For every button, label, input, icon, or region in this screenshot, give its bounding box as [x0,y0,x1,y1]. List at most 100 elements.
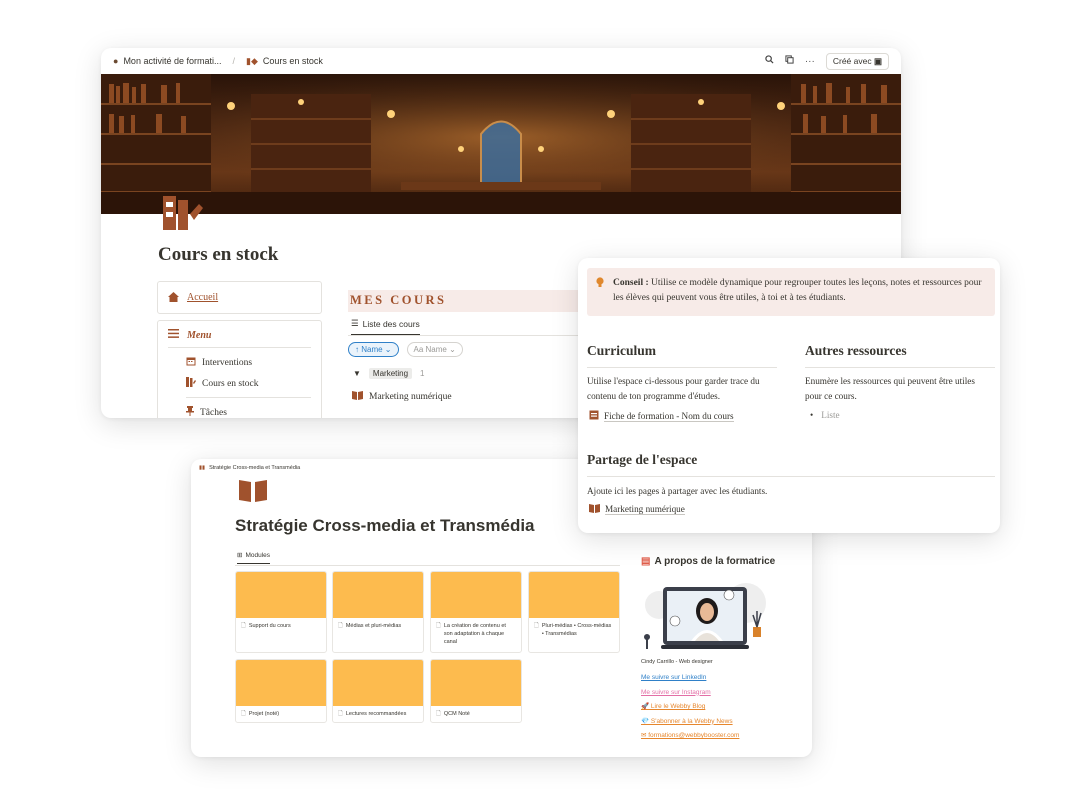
menu-divider [186,397,311,398]
module-card[interactable]: 🗋 Lectures recommandées [332,659,424,723]
open-book-icon: ▮▮ [199,465,206,471]
lightbulb-icon [596,277,604,293]
menu-header: Menu [168,329,311,348]
breadcrumb-parent[interactable]: Mon activité de formati... [123,56,221,66]
module-card[interactable]: 🗋 Support du cours [235,571,327,653]
filter-chip-label: Name [425,345,447,354]
filter-bar: ↑ Name ⌄ Aa Name ⌄ [348,342,463,357]
database-icon [589,410,599,422]
about-title: ▤ A propos de la formatrice [641,555,801,569]
page-icon: 🗋 [436,623,441,629]
module-cover [236,572,326,618]
home-link[interactable]: Accueil [187,292,218,303]
about-trainer-section: ▤ A propos de la formatrice Cindy Carril… [641,555,801,744]
module-title: La création de contenu et son adaptation… [443,623,506,645]
menu-item-label: Interventions [202,357,253,368]
duplicate-icon[interactable] [782,55,798,67]
instagram-link[interactable]: Me suivre sur Instagram [641,686,801,701]
search-icon[interactable] [762,55,778,67]
module-cover [236,660,326,706]
open-book-icon [589,504,600,515]
home-link-box[interactable]: Accueil [157,281,322,314]
share-heading: Partage de l'espace [587,452,698,467]
module-cover [431,660,521,706]
module-title: Projet (noté) [248,711,280,717]
section-divider [587,476,995,477]
notion-icon: ▣ [873,55,882,66]
page-icon: 🗋 [241,711,246,717]
module-card[interactable]: 🗋 Pluri-médias • Cross-médias • Transmédi… [528,571,620,653]
email-link[interactable]: ✉ formations@webbybooster.com [641,729,801,744]
tab-label: Modules [245,551,271,559]
trainer-caption: Cindy Carrillo - Web designer [641,659,713,665]
mes-cours-heading: MES COURS [348,290,588,312]
page-title: Cours en stock [158,244,279,265]
module-card[interactable]: 🗋 Projet (noté) [235,659,327,723]
module-title: Lectures recommandées [345,711,407,717]
calendar-icon [186,356,196,369]
more-icon[interactable]: ··· [802,56,818,67]
open-book-icon [352,391,363,403]
tab-liste-des-cours[interactable]: ☰ Liste des cours [351,318,420,336]
curriculum-link-label: Fiche de formation - Nom du cours [604,410,734,422]
section-divider [805,367,995,368]
newsletter-link[interactable]: 💎 S'abonner à la Webby News [641,715,801,730]
breadcrumb: ● Mon activité de formati... / ▮◆ Cours … [113,56,323,67]
module-title: Pluri-médias • Cross-médias • Transmédia… [541,623,612,637]
pin-icon: ● [113,56,119,66]
page-icon: 🗋 [436,711,441,717]
module-title: Support du cours [248,623,291,629]
course-item-label: Marketing numérique [369,392,452,402]
about-title-text: A propos de la formatrice [654,556,776,567]
breadcrumb-current[interactable]: Cours en stock [263,56,323,66]
section-divider [587,367,777,368]
module-cover [333,660,423,706]
module-cover [333,572,423,618]
menu-item-interventions[interactable]: Interventions [168,356,311,369]
menu-item-label: Cours en stock [202,378,259,389]
caret-down-icon[interactable]: ▼ [353,369,361,378]
menu-box: Menu Interventions Cours en stock Tâches [157,320,322,418]
created-with-button[interactable]: Créé avec ▣ [825,52,889,70]
trainer-illustration [641,575,771,655]
curriculum-link[interactable]: Fiche de formation - Nom du cours [589,410,734,422]
bullet-label: Liste [821,410,840,420]
group-header[interactable]: ▼ Marketing 1 [353,368,425,379]
curriculum-text: Utilise l'espace ci-dessous pour garder … [587,376,760,401]
page-icon: 🗋 [338,711,343,717]
top-bar: ● Mon activité de formati... / ▮◆ Cours … [101,48,901,74]
menu-item-taches[interactable]: Tâches [168,406,311,418]
library-banner-image [101,74,901,214]
page-icon: 🗋 [338,623,343,629]
breadcrumb-current[interactable]: Stratégie Cross-media et Transmédia [209,465,300,471]
callout-text: Utilise ce modèle dynamique pour regroup… [613,278,982,303]
bullet-dot: • [810,410,814,420]
course-list-item[interactable]: Marketing numérique [352,391,452,403]
callout-bold: Conseil : [613,278,649,288]
filter-chip[interactable]: Aa Name ⌄ [406,342,463,357]
resources-bullet[interactable]: • Liste [810,410,840,420]
books-icon: ▮◆ [246,55,258,66]
gallery-icon: ⊞ [237,552,243,559]
tab-modules[interactable]: ⊞ Modules [237,551,271,564]
module-card[interactable]: 🗋 Médias et pluri-médias [332,571,424,653]
curriculum-heading: Curriculum [587,343,656,358]
menu-label: Menu [187,329,212,341]
book-stack-icon: ▤ [641,556,651,567]
resources-text: Enumère les ressources qui peuvent être … [805,376,975,401]
page-icon: 🗋 [534,623,539,629]
linkedin-link[interactable]: Me suivre sur LinkedIn [641,671,801,686]
tab-divider [235,565,620,566]
tab-label: Liste des cours [362,318,420,329]
share-text: Ajoute ici les pages à partager avec les… [587,486,768,496]
module-cover [431,572,521,618]
share-link-label: Marketing numérique [605,504,685,515]
page-title: Stratégie Cross-media et Transmédia [235,516,535,535]
blog-link[interactable]: 🚀 Lire le Webby Blog [641,700,801,715]
about-links: Me suivre sur LinkedIn Me suivre sur Ins… [641,671,801,744]
menu-item-cours-en-stock[interactable]: Cours en stock [168,377,311,390]
sort-chip[interactable]: ↑ Name ⌄ [348,342,399,357]
module-card[interactable]: 🗋 La création de contenu et son adaptatio… [430,571,522,653]
share-link[interactable]: Marketing numérique [589,504,685,515]
module-card[interactable]: 🗋 QCM Noté [430,659,522,723]
